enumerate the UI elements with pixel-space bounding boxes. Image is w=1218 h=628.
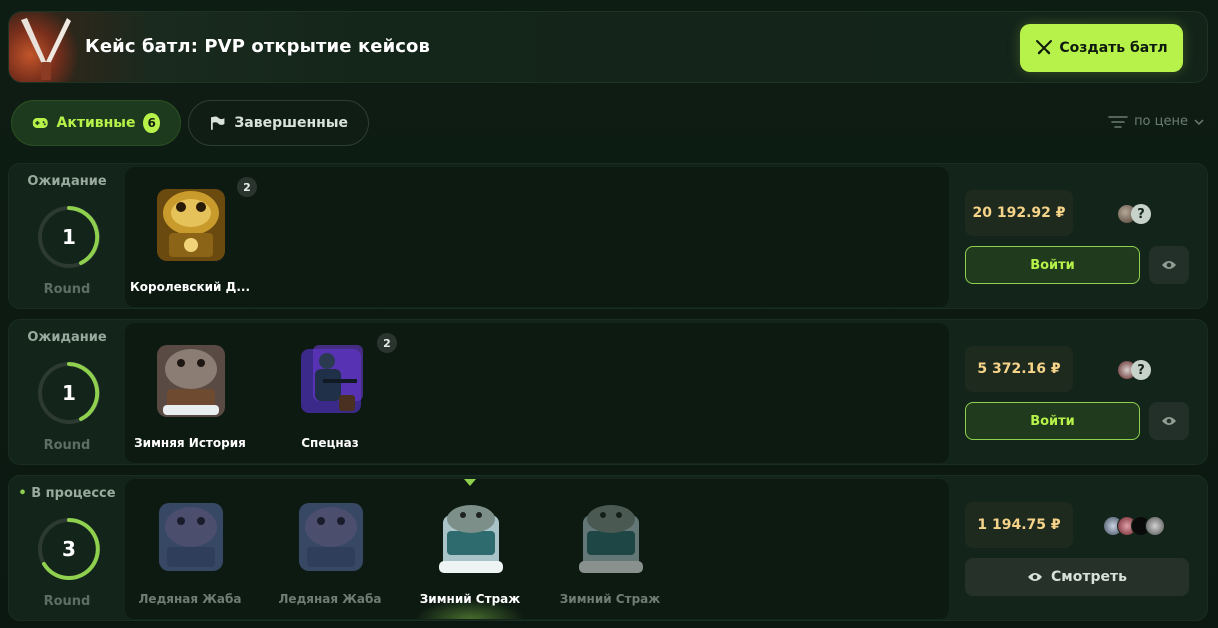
active-count-badge: 6 [143, 113, 160, 133]
tab-finished-label: Завершенные [234, 115, 348, 131]
players-list: ? [1117, 360, 1151, 380]
battle-row[interactable]: Ожидание 1 Round Зимняя История Спецназ … [8, 319, 1208, 465]
round-number: 3 [62, 537, 76, 561]
status-label: Ожидание [27, 174, 107, 189]
battle-price: 1 194.75 ₽ [965, 502, 1073, 548]
tab-finished[interactable]: Завершенные [188, 100, 369, 146]
case-item[interactable]: Зимняя История [125, 323, 255, 463]
round-label: Round [43, 282, 91, 297]
winter-guard-case-icon [579, 505, 643, 573]
join-button[interactable]: Войти [965, 246, 1140, 284]
case-count-badge: 2 [377, 333, 397, 353]
page-header: Кейс батл: PVP открытие кейсов Создать б… [8, 11, 1208, 83]
sort-label: по цене [1134, 114, 1188, 129]
sort-dropdown[interactable]: по цене [1108, 114, 1204, 129]
case-item[interactable]: Ледяная Жаба [125, 479, 255, 619]
gold-toad-case-icon [157, 189, 225, 261]
tab-active[interactable]: Активные 6 [11, 100, 181, 146]
view-button[interactable] [1149, 246, 1189, 284]
knives-logo [9, 12, 79, 82]
case-count-badge: 2 [237, 177, 257, 197]
ice-toad-case-icon [299, 503, 363, 571]
round-label: Round [43, 594, 91, 609]
case-name: Зимний Страж [559, 592, 661, 606]
crossed-knives-icon [21, 18, 71, 80]
create-battle-label: Создать батл [1059, 40, 1168, 56]
case-item[interactable]: Ледяная Жаба [265, 479, 395, 619]
eye-icon [1028, 573, 1043, 581]
battle-row[interactable]: Ожидание 1 Round Королевский Д... 2 20 1… [8, 163, 1208, 309]
case-item[interactable]: Зимний Страж [545, 479, 675, 619]
case-item[interactable]: Зимний Страж [405, 479, 535, 619]
create-battle-button[interactable]: Создать батл [1020, 24, 1183, 72]
case-name: Ледяная Жаба [278, 592, 382, 606]
cases-panel: Зимняя История Спецназ 2 [125, 323, 949, 463]
cases-panel: Ледяная Жаба Ледяная Жаба Зимний Страж З… [125, 479, 949, 619]
battle-price: 20 192.92 ₽ [965, 190, 1073, 236]
battle-status: Ожидание 1 Round [9, 320, 125, 466]
swords-icon [1036, 40, 1053, 55]
winter-guard-case-icon [439, 505, 503, 573]
question-icon: ? [1131, 204, 1151, 224]
spetsnaz-case-icon [301, 345, 363, 413]
case-name: Зимняя История [134, 436, 246, 450]
ice-toad-case-icon [159, 503, 223, 571]
eye-icon [1162, 417, 1176, 425]
cases-panel: Королевский Д... 2 [125, 167, 949, 307]
page-title: Кейс батл: PVP открытие кейсов [85, 36, 431, 57]
join-button[interactable]: Войти [965, 402, 1140, 440]
winter-toad-case-icon [157, 345, 225, 417]
avatar [1145, 516, 1165, 536]
case-item[interactable]: Королевский Д... 2 [125, 167, 257, 307]
case-name: Спецназ [301, 436, 359, 450]
live-dot-icon: • [18, 486, 32, 501]
status-label: Ожидание [27, 330, 107, 345]
chevron-down-icon [1194, 118, 1204, 125]
watch-label: Смотреть [1051, 569, 1127, 585]
round-label: Round [43, 438, 91, 453]
round-number: 1 [62, 381, 76, 405]
round-number: 1 [62, 225, 76, 249]
case-name: Ледяная Жаба [138, 592, 242, 606]
eye-icon [1162, 261, 1176, 269]
gamepad-icon [32, 118, 48, 128]
case-name: Зимний Страж [419, 592, 521, 606]
case-item[interactable]: Спецназ 2 [265, 323, 397, 463]
watch-button[interactable]: Смотреть [965, 558, 1189, 596]
flag-icon [211, 116, 225, 130]
sort-lines-icon [1108, 115, 1128, 128]
players-list: ? [1117, 204, 1151, 224]
view-button[interactable] [1149, 402, 1189, 440]
tab-active-label: Активные [56, 115, 136, 131]
status-label: • В процессе [18, 486, 116, 501]
question-icon: ? [1131, 360, 1151, 380]
players-list [1103, 516, 1165, 536]
battle-status: Ожидание 1 Round [9, 164, 125, 310]
battle-price: 5 372.16 ₽ [965, 346, 1073, 392]
battle-status: • В процессе 3 Round [9, 476, 125, 622]
battle-row[interactable]: • В процессе 3 Round Ледяная Жаба Ледяна… [8, 475, 1208, 621]
case-name: Королевский Д... [129, 280, 251, 294]
